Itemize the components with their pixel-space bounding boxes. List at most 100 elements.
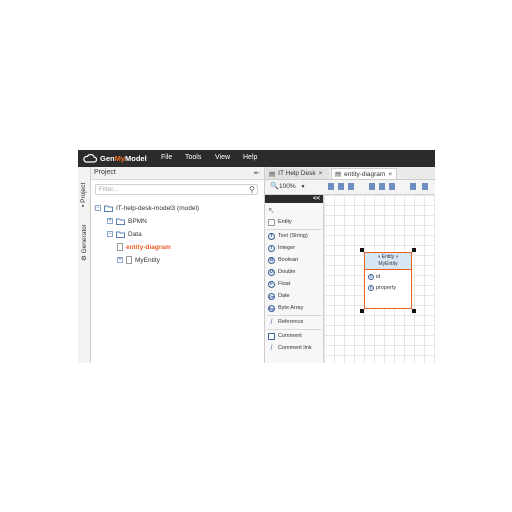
palette-comment[interactable]: Comment: [268, 331, 302, 341]
gear-icon: ⚙: [81, 253, 88, 261]
key-icon: I: [368, 274, 374, 280]
divider: [267, 315, 321, 316]
side-tab-generator-label: Generator: [81, 224, 88, 254]
resize-handle[interactable]: [412, 309, 416, 313]
align-middle-icon[interactable]: [379, 183, 385, 190]
palette-date[interactable]: Da Date: [268, 291, 290, 301]
collapse-toggle-icon[interactable]: −: [107, 231, 113, 237]
logo-text-my: My: [114, 154, 126, 163]
tree-item-data[interactable]: − Data: [107, 229, 142, 239]
palette-label: Reference: [278, 319, 304, 325]
align-left-icon[interactable]: [328, 183, 334, 190]
palette-text[interactable]: T Text (String): [268, 231, 308, 241]
palette-label: Text (String): [278, 233, 308, 239]
palette-double[interactable]: D Double: [268, 267, 295, 277]
zoom-value: 100%: [279, 183, 296, 190]
tree-item-model[interactable]: − IT-help-desk-model3 (model): [95, 203, 199, 213]
entity-attribute-property[interactable]: I property: [368, 284, 396, 292]
genmymodel-logo[interactable]: Gen My Model: [83, 153, 147, 164]
palette-byte-array[interactable]: By Byte Array: [268, 303, 303, 313]
side-tab-generator[interactable]: ⚙ Generator: [78, 211, 90, 263]
project-panel: Project ⇤ ⚲ − IT-help-desk-model3 (model…: [91, 167, 265, 363]
genmymodel-app: Gen My Model File Tools View Help ▪ Projec…: [78, 150, 435, 363]
logo-text-model: Model: [125, 154, 147, 163]
expand-toggle-icon[interactable]: +: [107, 218, 113, 224]
collapse-toggle-icon[interactable]: −: [95, 205, 101, 211]
palette-integer[interactable]: I Integer: [268, 243, 295, 253]
align-center-icon[interactable]: [338, 183, 344, 190]
attribute-name: property: [376, 285, 397, 291]
entity-icon: [268, 218, 275, 226]
diagram-canvas[interactable]: « Entity » MyEntity I id I property: [324, 195, 435, 363]
palette-boolean[interactable]: B Boolean: [268, 255, 298, 265]
palette-pointer[interactable]: ↖: [268, 205, 275, 215]
folder-icon: [104, 205, 113, 212]
menu-view[interactable]: View: [215, 154, 230, 161]
entity-stereotype: « Entity »: [377, 254, 399, 260]
divider: [267, 229, 321, 230]
entity-name: MyEntity: [378, 261, 398, 267]
folder-icon: [116, 218, 125, 225]
menu-file[interactable]: File: [161, 154, 172, 161]
comment-icon: [268, 332, 275, 340]
expand-toggle-icon[interactable]: +: [117, 257, 123, 263]
close-icon[interactable]: ×: [388, 171, 392, 178]
document-icon: ▤: [269, 170, 276, 178]
collapse-panel-icon[interactable]: ⇤: [254, 169, 260, 177]
palette-label: Comment: [278, 333, 302, 339]
side-tab-project[interactable]: ▪ Project: [78, 171, 90, 209]
palette-label: Entity: [278, 219, 292, 225]
palette-float[interactable]: F Float: [268, 279, 290, 289]
search-icon[interactable]: ⚲: [249, 185, 255, 194]
text-type-icon: T: [268, 232, 275, 240]
project-panel-title: Project: [94, 169, 116, 176]
entity-selection-frame[interactable]: « Entity » MyEntity I id I property: [360, 248, 416, 313]
palette-label: Boolean: [278, 257, 299, 263]
tree-item-label: BPMN: [128, 217, 147, 225]
palette-comment-link[interactable]: / Comment link: [268, 343, 312, 353]
tree-item-label: Data: [128, 230, 142, 238]
pointer-icon: ↖: [268, 205, 275, 215]
zoom-select[interactable]: 100% ▼: [279, 183, 305, 190]
entity-box-myentity[interactable]: « Entity » MyEntity I id I property: [364, 252, 412, 309]
integer-type-icon: I: [268, 244, 275, 252]
palette-entity[interactable]: Entity: [268, 217, 292, 227]
tree-item-label: entity-diagram: [126, 243, 171, 251]
distribute-icon[interactable]: [422, 183, 428, 190]
tree-item-myentity[interactable]: + MyEntity: [117, 255, 160, 265]
tree-item-bpmn[interactable]: + BPMN: [107, 216, 147, 226]
diagram-file-icon: [117, 243, 123, 251]
attribute-name: id: [376, 274, 381, 280]
palette-label: Double: [278, 269, 296, 275]
menu-tools[interactable]: Tools: [185, 154, 201, 161]
entity-attribute-id[interactable]: I id: [368, 273, 380, 281]
byte-array-type-icon: By: [268, 304, 275, 312]
resize-handle[interactable]: [412, 248, 416, 252]
palette-reference[interactable]: / Reference: [268, 317, 304, 327]
tab-entity-diagram[interactable]: ▤ entity-diagram ×: [331, 168, 397, 179]
filter-input[interactable]: [95, 184, 258, 195]
boolean-type-icon: B: [268, 256, 275, 264]
align-bottom-icon[interactable]: [389, 183, 395, 190]
zoom-icon[interactable]: 🔍: [270, 182, 279, 190]
entity-header: « Entity » MyEntity: [365, 253, 411, 270]
menu-help[interactable]: Help: [243, 154, 257, 161]
close-icon[interactable]: ×: [319, 170, 323, 177]
folder-icon: [116, 231, 125, 238]
resize-handle[interactable]: [360, 309, 364, 313]
align-top-icon[interactable]: [369, 183, 375, 190]
tab-label: entity-diagram: [344, 170, 386, 178]
palette-label: Integer: [278, 245, 296, 251]
reference-line-icon: /: [270, 318, 273, 326]
tree-item-entity-diagram[interactable]: entity-diagram: [117, 242, 171, 252]
date-type-icon: Da: [268, 292, 275, 300]
palette-collapse-button[interactable]: <<: [265, 195, 323, 203]
integer-type-icon: I: [368, 285, 374, 291]
palette-panel: << ↖ Entity T Text (String) I Integer B …: [265, 195, 324, 363]
align-right-icon[interactable]: [348, 183, 354, 190]
side-tabs: ▪ Project ⚙ Generator: [78, 167, 91, 363]
chevron-down-icon: ▼: [300, 184, 306, 190]
distribute-icon[interactable]: [410, 183, 416, 190]
diagram-toolbar: 🔍 100% ▼: [265, 180, 435, 195]
tab-it-help-desk[interactable]: ▤ IT Help Desk ×: [266, 168, 329, 179]
